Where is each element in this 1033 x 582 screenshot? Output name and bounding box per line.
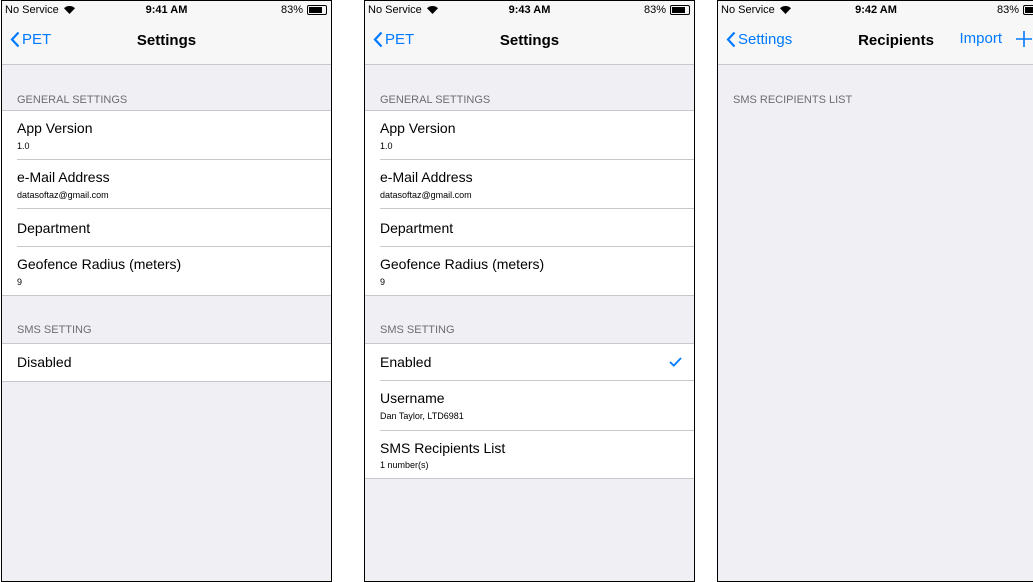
- status-bar: No Service 9:43 AM 83%: [365, 1, 694, 19]
- battery-icon: [1023, 5, 1033, 15]
- cell-subtitle: 1.0: [17, 141, 30, 151]
- page-title: Settings: [136, 32, 197, 49]
- cell-app-version[interactable]: App Version 1.0: [17, 111, 331, 160]
- cell-title: SMS Recipients List: [380, 440, 506, 456]
- status-time: 9:42 AM: [855, 4, 897, 16]
- phone-screen-settings-disabled: No Service 9:41 AM 83% PET Settings GENE…: [1, 0, 332, 582]
- section-header-general: GENERAL SETTINGS: [17, 94, 128, 106]
- cell-department[interactable]: Department: [380, 209, 694, 247]
- cell-title: App Version: [380, 120, 456, 136]
- cell-geofence-radius[interactable]: Geofence Radius (meters) 9: [380, 247, 694, 295]
- navigation-bar: Settings Recipients Import: [718, 19, 1033, 65]
- cell-sms-recipients-list[interactable]: SMS Recipients List 1 number(s): [380, 431, 694, 478]
- battery-icon: [670, 5, 690, 15]
- status-bar: No Service 9:41 AM 83%: [2, 1, 331, 19]
- cell-subtitle: 1.0: [380, 141, 393, 151]
- section-header-general: GENERAL SETTINGS: [380, 94, 491, 106]
- navigation-bar: PET Settings: [2, 19, 331, 65]
- cell-geofence-radius[interactable]: Geofence Radius (meters) 9: [17, 247, 331, 295]
- cell-subtitle: 9: [17, 277, 23, 287]
- sms-setting-group: Disabled: [2, 343, 331, 382]
- cell-title: Geofence Radius (meters): [380, 256, 545, 272]
- import-button[interactable]: Import: [959, 30, 1002, 47]
- page-title: Settings: [499, 32, 560, 49]
- cell-sms-disabled[interactable]: Disabled: [17, 344, 331, 381]
- cell-title: Username: [380, 390, 445, 406]
- phone-screen-recipients: No Service 9:42 AM 83% Settings Recipien…: [717, 0, 1033, 582]
- cell-title: e-Mail Address: [17, 169, 110, 185]
- phone-screen-settings-enabled: No Service 9:43 AM 83% PET Settings GENE…: [364, 0, 695, 582]
- section-header-sms: SMS SETTING: [380, 324, 455, 336]
- section-header-sms: SMS SETTING: [17, 324, 92, 336]
- cell-title: e-Mail Address: [380, 169, 473, 185]
- cell-sms-enabled[interactable]: Enabled: [380, 344, 694, 381]
- battery-percent: 83%: [280, 4, 303, 16]
- general-settings-group: App Version 1.0 e-Mail Address datasofta…: [365, 110, 694, 296]
- plus-icon[interactable]: [1016, 30, 1032, 47]
- cell-subtitle: datasoftaz@gmail.com: [380, 190, 472, 200]
- cell-title: Department: [17, 220, 91, 236]
- chevron-left-icon: [726, 31, 736, 48]
- cell-subtitle: 1 number(s): [380, 460, 429, 470]
- cell-title: App Version: [17, 120, 93, 136]
- battery-percent: 83%: [643, 4, 666, 16]
- navigation-bar: PET Settings: [365, 19, 694, 65]
- battery-icon: [307, 5, 327, 15]
- cell-title: Geofence Radius (meters): [17, 256, 182, 272]
- cell-subtitle: Dan Taylor, LTD6981: [380, 411, 464, 421]
- section-header-recipients: SMS RECIPIENTS LIST: [733, 94, 853, 106]
- cell-email-address[interactable]: e-Mail Address datasoftaz@gmail.com: [17, 160, 331, 209]
- general-settings-group: App Version 1.0 e-Mail Address datasofta…: [2, 110, 331, 296]
- cell-subtitle: 9: [380, 277, 386, 287]
- cell-title: Enabled: [380, 354, 432, 370]
- cell-department[interactable]: Department: [17, 209, 331, 247]
- cell-email-address[interactable]: e-Mail Address datasoftaz@gmail.com: [380, 160, 694, 209]
- cell-title: Disabled: [17, 354, 72, 370]
- checkmark-icon: [669, 357, 682, 367]
- cell-app-version[interactable]: App Version 1.0: [380, 111, 694, 160]
- cell-subtitle: datasoftaz@gmail.com: [17, 190, 109, 200]
- battery-percent: 83%: [996, 4, 1019, 16]
- cell-title: Department: [380, 220, 454, 236]
- cell-username[interactable]: Username Dan Taylor, LTD6981: [380, 381, 694, 431]
- sms-setting-group: Enabled Username Dan Taylor, LTD6981 SMS…: [365, 343, 694, 479]
- status-bar: No Service 9:42 AM 83%: [718, 1, 1033, 19]
